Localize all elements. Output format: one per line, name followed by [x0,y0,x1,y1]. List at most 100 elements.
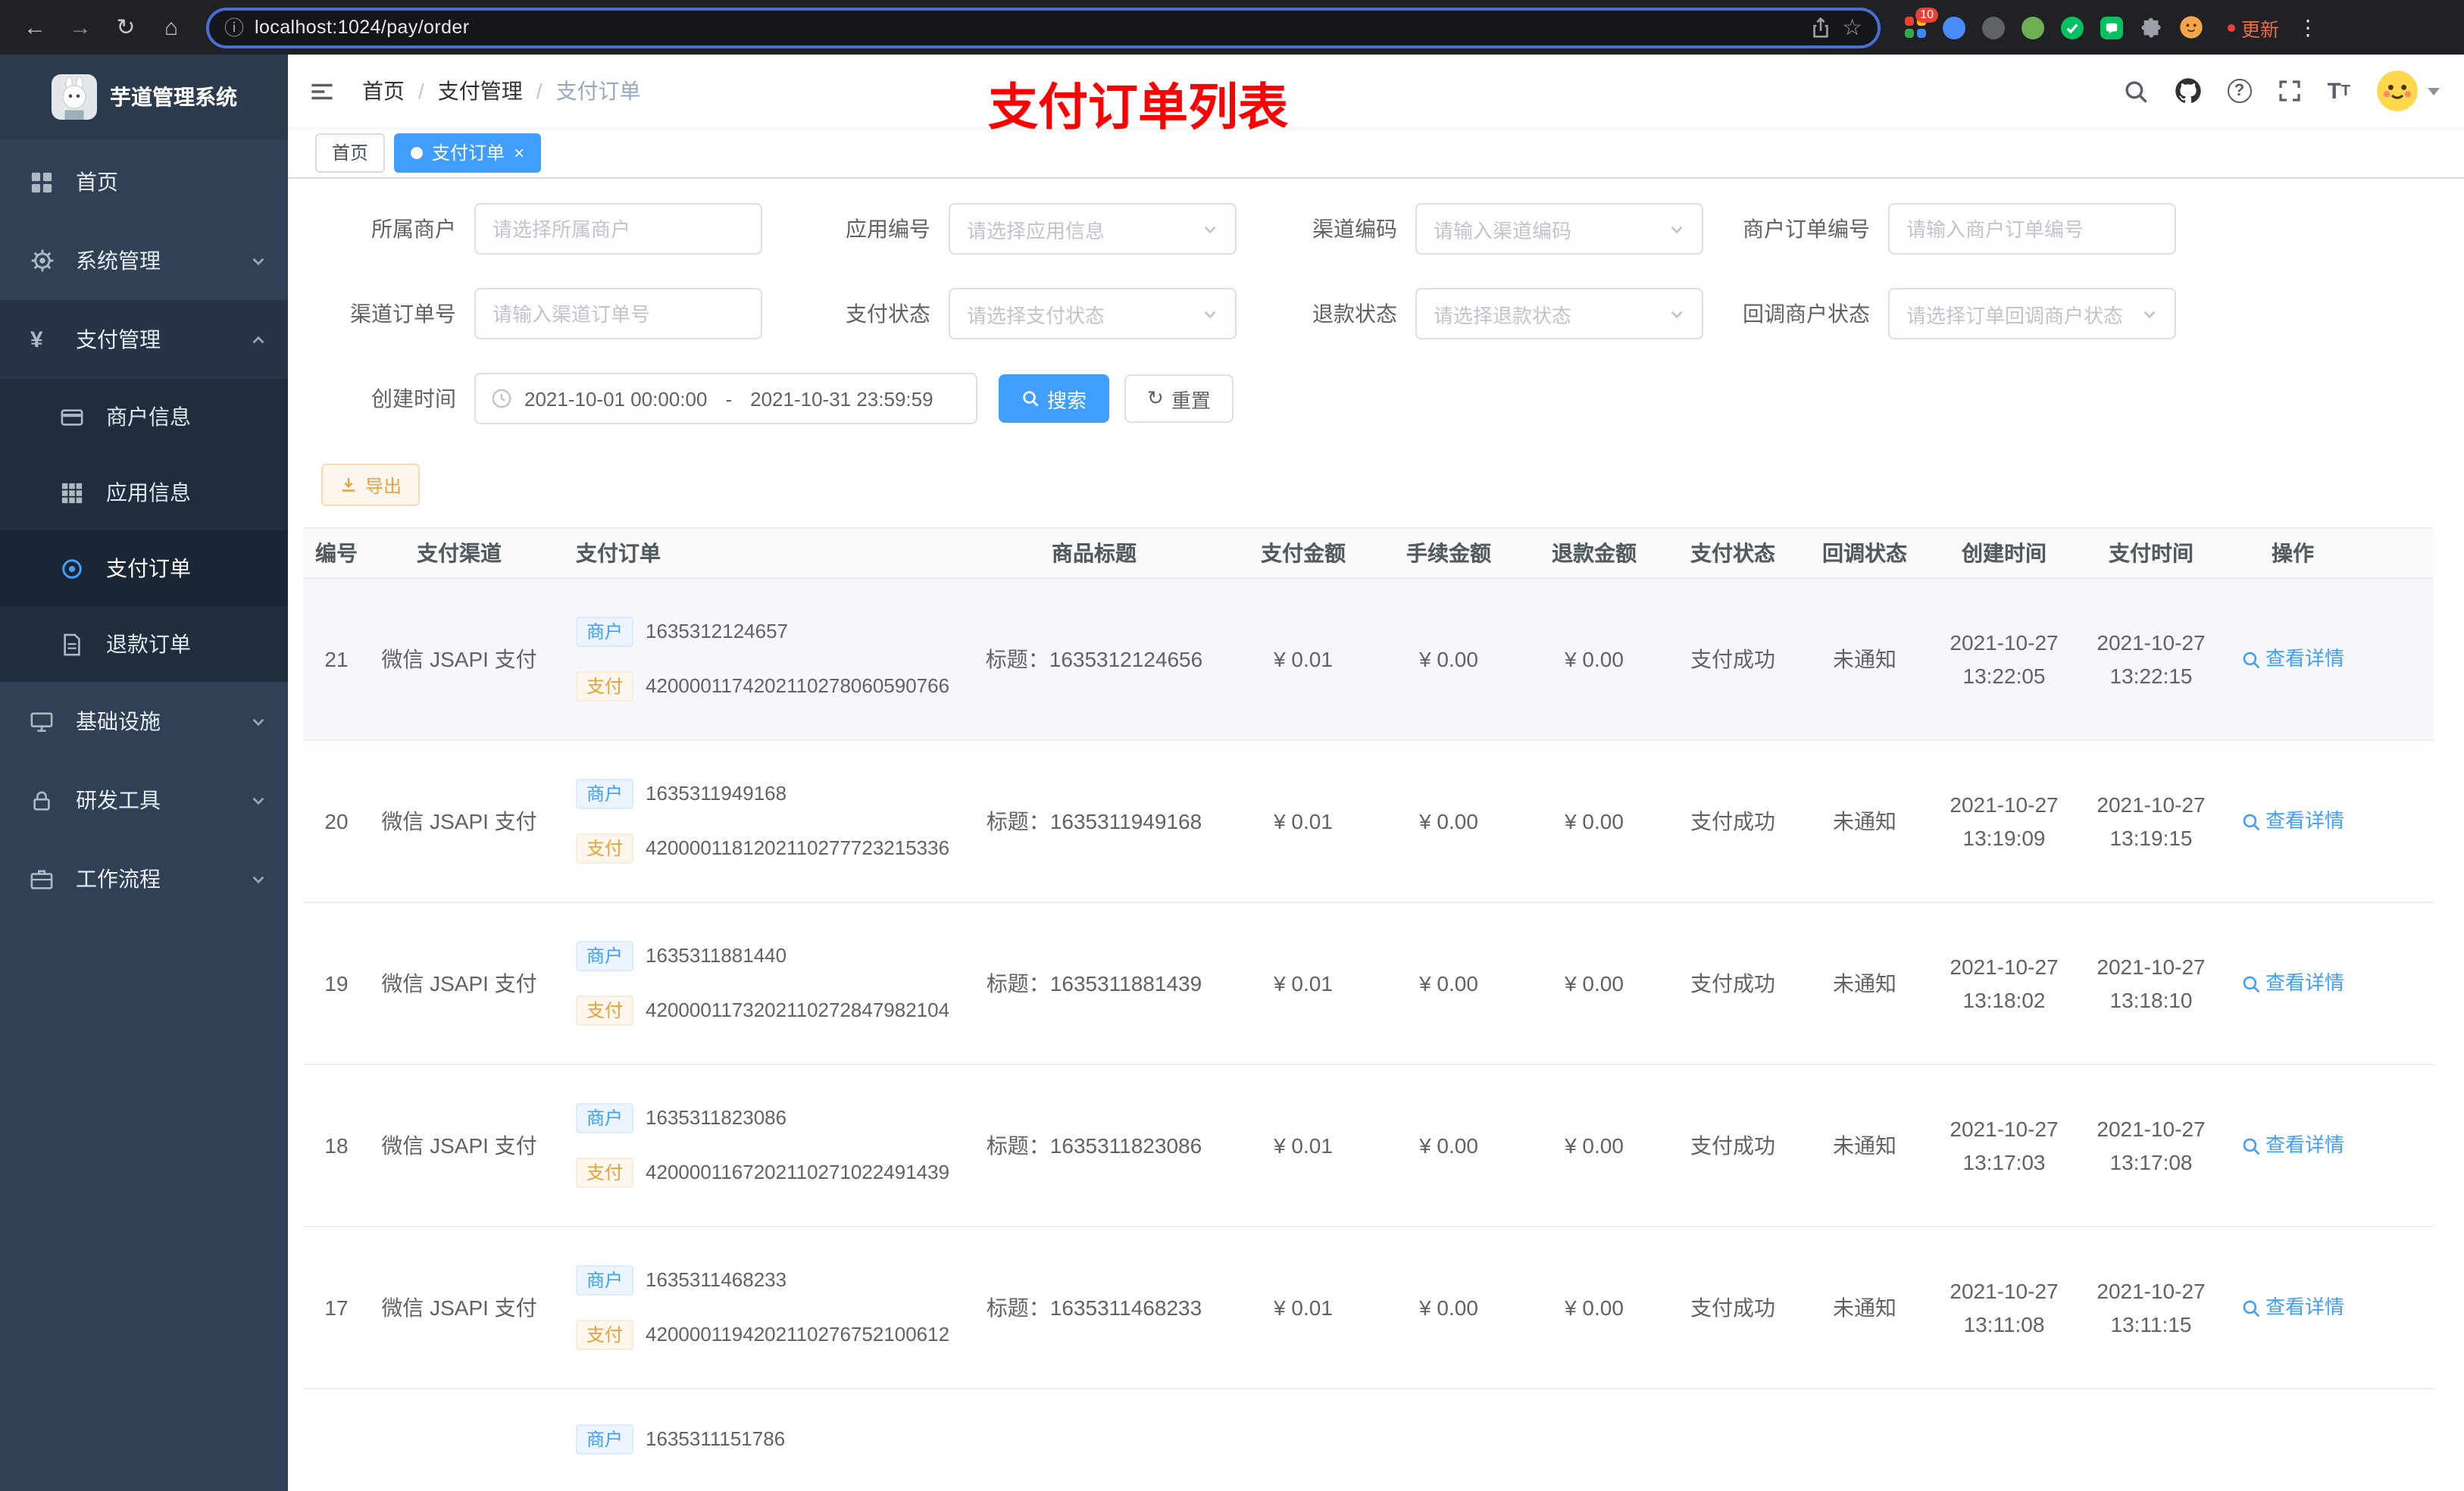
bookmark-star-icon[interactable]: ☆ [1842,14,1862,41]
update-notification-dot [2228,23,2235,31]
gear-icon [30,248,67,273]
home-button[interactable]: ⌂ [152,8,191,47]
extension-gray-icon[interactable] [1981,14,2006,40]
close-icon[interactable]: × [514,143,524,161]
refresh-icon: ↻ [1147,386,1164,409]
merchant-tag: 商户 [576,941,634,971]
view-detail-link[interactable]: 查看详情 [2241,805,2344,838]
refund-status-label: 退款状态 [1312,302,1397,326]
merchant-tag: 商户 [576,1103,634,1133]
pay-tag: 支付 [576,833,634,864]
breadcrumb-home[interactable]: 首页 [362,76,405,106]
callback-status-select[interactable]: 请选择订单回调商户状态 [1888,288,2176,339]
pay-tag: 支付 [576,671,634,702]
active-tab-dot [411,146,424,158]
fullscreen-icon[interactable] [2277,79,2301,103]
url-bar[interactable]: ⓘ localhost:1024/pay/order ☆ [206,7,1881,48]
create-time-label: 创建时间 [371,386,456,411]
search-button[interactable]: 搜索 [999,374,1110,423]
sidebar-item-system[interactable]: 系统管理 [0,221,288,300]
table-row: 20 微信 JSAPI 支付 商户 1635311949168 支付 4200001… [303,741,2434,903]
sidebar-item-infra[interactable]: 基础设施 [0,682,288,761]
sidebar-item-workflow[interactable]: 工作流程 [0,839,288,918]
update-button[interactable]: 更新 [2228,13,2279,42]
font-size-icon[interactable]: TT [2327,78,2350,104]
extensions-cluster: 10 [1902,7,2203,40]
dashboard-icon [30,170,67,193]
refund-status-select[interactable]: 请选择退款状态 [1415,288,1703,339]
view-detail-link[interactable]: 查看详情 [2241,1129,2344,1162]
pay-order-cell: 商户 1635311881440 支付 4200001173202110272847… [549,903,958,1064]
extension-grid-icon[interactable]: 10 [1902,7,1938,40]
callback-status-label: 回调商户状态 [1743,302,1870,326]
extensions-puzzle-icon[interactable] [2138,14,2164,40]
app-no-select[interactable]: 请选择应用信息 [949,203,1237,255]
date-separator: - [725,387,733,410]
emoji-avatar-icon[interactable] [2178,14,2203,40]
hamburger-icon[interactable] [309,78,335,104]
merchant-input[interactable] [474,203,762,255]
channel-code-label: 渠道编码 [1312,217,1397,241]
chevron-down-icon [250,792,267,808]
back-button[interactable]: ← [15,8,55,47]
tab-pay-order[interactable]: 支付订单 × [394,133,542,172]
merchant-tag: 商户 [576,617,634,647]
search-form: 所属商户 应用编号 请选择应用信息 渠道编码 请输入渠道编码 商户订单编号 [288,179,2464,424]
chevron-down-icon [1202,220,1218,237]
chevron-down-icon [250,713,267,730]
view-detail-link[interactable]: 查看详情 [2241,967,2344,1000]
channel-code-select[interactable]: 请输入渠道编码 [1415,203,1703,255]
site-info-icon[interactable]: ⓘ [224,17,244,37]
tab-home[interactable]: 首页 [315,133,386,172]
merchant-label: 所属商户 [371,217,456,241]
breadcrumb-current: 支付订单 [555,79,641,103]
chevron-down-icon [250,252,267,269]
sidebar-item-merchant-info[interactable]: 商户信息 [0,379,288,455]
kebab-menu-icon[interactable]: ⋮ [2297,14,2319,40]
view-detail-link[interactable]: 查看详情 [2241,1291,2344,1324]
chevron-down-icon [2428,87,2440,95]
merchant-tag: 商户 [576,1424,634,1455]
view-detail-link[interactable]: 查看详情 [2241,642,2344,676]
create-time-range-picker[interactable]: 2021-10-01 00:00:00 - 2021-10-31 23:59:5… [474,373,977,424]
wechat-chat-icon[interactable] [2099,14,2125,40]
help-icon[interactable]: ? [2227,79,2252,103]
top-navbar: 首页 / 支付管理 / 支付订单 支付订单列表 ? T T [288,55,2464,135]
forward-button[interactable]: → [61,8,100,47]
download-icon [342,478,355,492]
sidebar-item-payment[interactable]: ¥ 支付管理 [0,300,288,379]
logo[interactable]: 芋道管理系统 [0,55,288,139]
user-menu[interactable] [2376,70,2440,112]
page-content: 所属商户 应用编号 请选择应用信息 渠道编码 请输入渠道编码 商户订单编号 [288,179,2464,1491]
search-icon [2243,1299,2260,1317]
search-icon [1023,391,1039,407]
channel-order-no-input[interactable] [474,288,762,339]
pay-status-select[interactable]: 请选择支付状态 [949,288,1237,339]
github-icon[interactable] [2174,77,2201,105]
devtools-check-icon[interactable] [2059,14,2085,40]
sidebar-item-app-info[interactable]: 应用信息 [0,455,288,530]
chevron-down-icon [250,871,267,887]
export-button[interactable]: 导出 [321,464,421,506]
sidebar-item-pay-order[interactable]: 支付订单 [0,530,288,606]
sidebar-item-refund-order[interactable]: 退款订单 [0,606,288,682]
share-icon[interactable] [1809,16,1831,39]
sidebar-item-home[interactable]: 首页 [0,142,288,221]
extension-green-icon[interactable] [2020,14,2046,40]
search-icon[interactable] [2122,78,2148,104]
merchant-order-no-input[interactable] [1888,203,2176,255]
breadcrumb-pay-manage[interactable]: 支付管理 [438,76,523,106]
payment-submenu: 商户信息 应用信息 支付订单 退款订单 [0,379,288,682]
merchant-tag: 商户 [576,779,634,809]
navbar-actions: ? TT [2122,70,2440,112]
sidebar: 芋道管理系统 首页 系统管理 ¥ 支付管理 商户信息 应用信息 支付订单 退款订… [0,55,288,1491]
extension-blue-icon[interactable] [1941,14,1967,40]
reload-button[interactable]: ↻ [106,8,145,47]
avatar [2377,70,2418,111]
reset-button[interactable]: ↻ 重置 [1124,374,1234,423]
search-icon [2243,975,2260,992]
breadcrumb: 首页 / 支付管理 / 支付订单 [362,76,641,106]
sidebar-item-devtools[interactable]: 研发工具 [0,761,288,839]
pay-tag: 支付 [576,1320,634,1350]
merchant-tag: 商户 [576,1265,634,1296]
